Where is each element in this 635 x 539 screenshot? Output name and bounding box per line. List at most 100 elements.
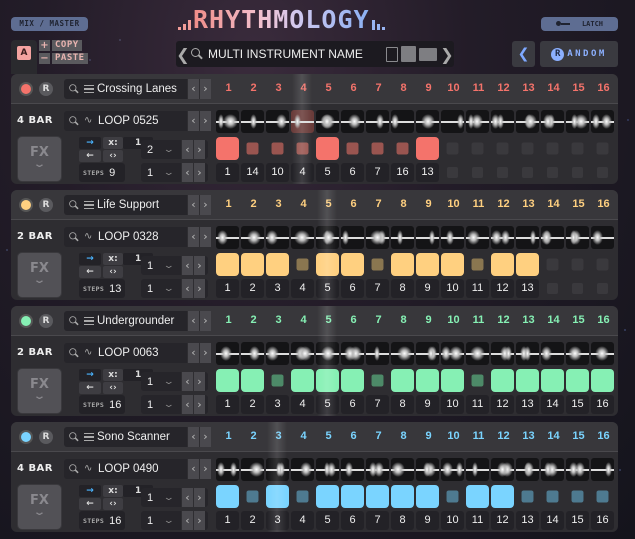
slice-index[interactable]: 10 bbox=[266, 163, 289, 182]
waveform-slice[interactable] bbox=[341, 458, 364, 481]
step-pad[interactable] bbox=[491, 485, 514, 508]
step-pad[interactable] bbox=[596, 490, 609, 503]
step-pad[interactable] bbox=[571, 258, 584, 271]
randomize-track-button[interactable]: R bbox=[39, 430, 53, 444]
search-icon[interactable] bbox=[68, 115, 79, 126]
step-number[interactable]: 1 bbox=[216, 430, 241, 442]
select2-dropdown[interactable]: 1 ⌄ ‹ › bbox=[141, 279, 208, 298]
randomize-track-button[interactable]: R bbox=[39, 314, 53, 328]
step-number[interactable]: 12 bbox=[491, 430, 516, 442]
step-pad[interactable] bbox=[341, 369, 364, 392]
select2-next-button[interactable]: › bbox=[193, 279, 205, 298]
waveform-slice[interactable] bbox=[516, 458, 539, 481]
step-pad[interactable] bbox=[346, 142, 359, 155]
waveform-slice[interactable] bbox=[216, 458, 239, 481]
step-pad[interactable] bbox=[596, 258, 609, 271]
waveform-slice[interactable] bbox=[366, 110, 389, 133]
track-enable-led[interactable] bbox=[19, 82, 33, 96]
loop-next-button[interactable]: › bbox=[199, 459, 211, 479]
forward-direction-button[interactable]: → bbox=[79, 137, 101, 149]
pingpong-direction-button[interactable]: ‹› bbox=[103, 266, 123, 278]
step-number[interactable]: 15 bbox=[566, 314, 591, 326]
waveform-slice[interactable] bbox=[541, 458, 564, 481]
forward-direction-button[interactable]: → bbox=[79, 369, 101, 381]
paste-button[interactable]: − PASTE bbox=[39, 53, 88, 64]
step-number[interactable]: 10 bbox=[441, 82, 466, 94]
track-enable-led[interactable] bbox=[19, 314, 33, 328]
step-pad[interactable] bbox=[441, 369, 464, 392]
waveform-slice[interactable] bbox=[466, 342, 489, 365]
step-pad[interactable] bbox=[391, 253, 414, 276]
pingpong-direction-button[interactable]: ‹› bbox=[103, 382, 123, 394]
step-pad[interactable] bbox=[521, 142, 534, 155]
step-number[interactable]: 2 bbox=[241, 314, 266, 326]
step-pad[interactable] bbox=[596, 142, 609, 155]
step-pad[interactable] bbox=[296, 258, 309, 271]
step-number[interactable]: 1 bbox=[216, 198, 241, 210]
waveform-slice[interactable] bbox=[566, 110, 589, 133]
loop-prev-button[interactable]: ‹ bbox=[187, 459, 199, 479]
step-pad[interactable] bbox=[416, 485, 439, 508]
chevron-down-icon[interactable]: ⌄ bbox=[163, 168, 185, 178]
step-number[interactable]: 16 bbox=[591, 430, 616, 442]
waveform-slice[interactable] bbox=[491, 458, 514, 481]
search-icon[interactable] bbox=[68, 199, 79, 210]
steps-field[interactable]: STEPS 13 bbox=[79, 279, 125, 298]
backward-direction-button[interactable]: ← bbox=[79, 266, 101, 278]
loop-next-button[interactable]: › bbox=[199, 111, 211, 131]
slice-index[interactable]: 13 bbox=[416, 163, 439, 182]
step-number[interactable]: 7 bbox=[366, 314, 391, 326]
waveform-slice[interactable] bbox=[566, 458, 589, 481]
slice-index[interactable] bbox=[541, 279, 564, 298]
slice-index[interactable]: 1 bbox=[216, 395, 239, 414]
backward-direction-button[interactable]: ← bbox=[79, 382, 101, 394]
fx-button[interactable]: FX ⌄ bbox=[17, 368, 62, 414]
step-number[interactable]: 4 bbox=[291, 198, 316, 210]
step-pad[interactable] bbox=[516, 369, 539, 392]
step-number[interactable]: 8 bbox=[391, 430, 416, 442]
select1-next-button[interactable]: › bbox=[193, 256, 205, 275]
waveform-slice[interactable] bbox=[341, 342, 364, 365]
waveform-slice[interactable] bbox=[366, 458, 389, 481]
step-number[interactable]: 7 bbox=[366, 82, 391, 94]
loop-prev-button[interactable]: ‹ bbox=[187, 111, 199, 131]
step-number[interactable]: 9 bbox=[416, 198, 441, 210]
slice-index[interactable] bbox=[516, 163, 539, 182]
chevron-down-icon[interactable]: ⌄ bbox=[163, 377, 185, 387]
forward-direction-button[interactable]: → bbox=[79, 253, 101, 265]
slice-index[interactable] bbox=[566, 279, 589, 298]
waveform-slice[interactable] bbox=[341, 226, 364, 249]
step-pad[interactable] bbox=[341, 253, 364, 276]
waveform-slice[interactable] bbox=[466, 458, 489, 481]
step-number[interactable]: 3 bbox=[266, 198, 291, 210]
step-number[interactable]: 3 bbox=[266, 82, 291, 94]
slice-index[interactable]: 2 bbox=[241, 279, 264, 298]
slice-index[interactable]: 4 bbox=[291, 163, 314, 182]
slice-index[interactable]: 7 bbox=[366, 395, 389, 414]
step-pad[interactable] bbox=[491, 253, 514, 276]
step-number[interactable]: 15 bbox=[566, 430, 591, 442]
randomize-track-button[interactable]: R bbox=[39, 82, 53, 96]
select2-dropdown[interactable]: 1 ⌄ ‹ › bbox=[141, 163, 208, 182]
step-number[interactable]: 12 bbox=[491, 314, 516, 326]
step-pad[interactable] bbox=[246, 490, 259, 503]
backward-direction-button[interactable]: ← bbox=[79, 498, 101, 510]
preset-name-field[interactable]: MULTI INSTRUMENT NAME bbox=[208, 47, 386, 61]
mix-master-button[interactable]: MIX / MASTER bbox=[11, 17, 88, 31]
step-number[interactable]: 13 bbox=[516, 430, 541, 442]
waveform-slice[interactable] bbox=[441, 458, 464, 481]
waveform-slice[interactable] bbox=[291, 342, 314, 365]
step-pad[interactable] bbox=[216, 369, 239, 392]
step-number[interactable]: 2 bbox=[241, 430, 266, 442]
slice-index[interactable]: 7 bbox=[366, 511, 389, 530]
select1-dropdown[interactable]: 2 ⌄ ‹ › bbox=[141, 140, 208, 159]
loop-next-button[interactable]: › bbox=[199, 343, 211, 363]
slice-index[interactable]: 8 bbox=[391, 395, 414, 414]
waveform-slice[interactable] bbox=[591, 342, 614, 365]
copy-button[interactable]: + COPY bbox=[39, 40, 88, 51]
slice-index[interactable]: 16 bbox=[591, 511, 614, 530]
step-pad[interactable] bbox=[566, 369, 589, 392]
step-pad[interactable] bbox=[316, 253, 339, 276]
step-number[interactable]: 6 bbox=[341, 82, 366, 94]
slice-index[interactable]: 6 bbox=[341, 163, 364, 182]
